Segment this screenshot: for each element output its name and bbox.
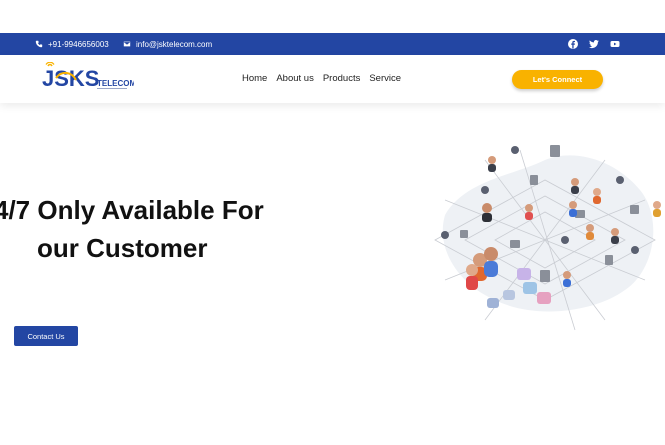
page: +91-9946656003 info@jsktelecom.com JSKS bbox=[0, 0, 665, 445]
facebook-icon[interactable] bbox=[568, 39, 578, 49]
mail-icon bbox=[123, 41, 131, 47]
hero-heading-line2: our Customer bbox=[37, 233, 208, 263]
network-people-illustration bbox=[434, 145, 661, 331]
jsks-telecom-logo[interactable]: JSKS TELECOM bbox=[42, 62, 134, 94]
contact-us-button[interactable]: Contact Us bbox=[14, 326, 78, 346]
phone-contact[interactable]: +91-9946656003 bbox=[35, 33, 109, 55]
hero-heading-line1: 4/7 Only Available For bbox=[0, 195, 264, 225]
email-contact[interactable]: info@jsktelecom.com bbox=[123, 33, 212, 55]
phone-icon bbox=[35, 40, 43, 48]
top-contact-bar: +91-9946656003 info@jsktelecom.com bbox=[0, 33, 665, 55]
email-address: info@jsktelecom.com bbox=[136, 39, 213, 49]
main-nav: Home About us Products Service bbox=[242, 73, 401, 84]
nav-about-us[interactable]: About us bbox=[276, 73, 314, 84]
svg-text:JSKS: JSKS bbox=[42, 66, 99, 91]
phone-number: +91-9946656003 bbox=[48, 39, 109, 49]
svg-text:TELECOM: TELECOM bbox=[97, 79, 134, 88]
youtube-icon[interactable] bbox=[610, 39, 620, 49]
social-links bbox=[568, 33, 620, 55]
nav-products[interactable]: Products bbox=[323, 73, 361, 84]
nav-service[interactable]: Service bbox=[369, 73, 401, 84]
main-navbar: JSKS TELECOM Home About us Products Serv… bbox=[0, 55, 665, 103]
twitter-icon[interactable] bbox=[589, 39, 599, 49]
nav-home[interactable]: Home bbox=[242, 73, 267, 84]
lets-connect-button[interactable]: Let's Connect bbox=[512, 70, 603, 89]
